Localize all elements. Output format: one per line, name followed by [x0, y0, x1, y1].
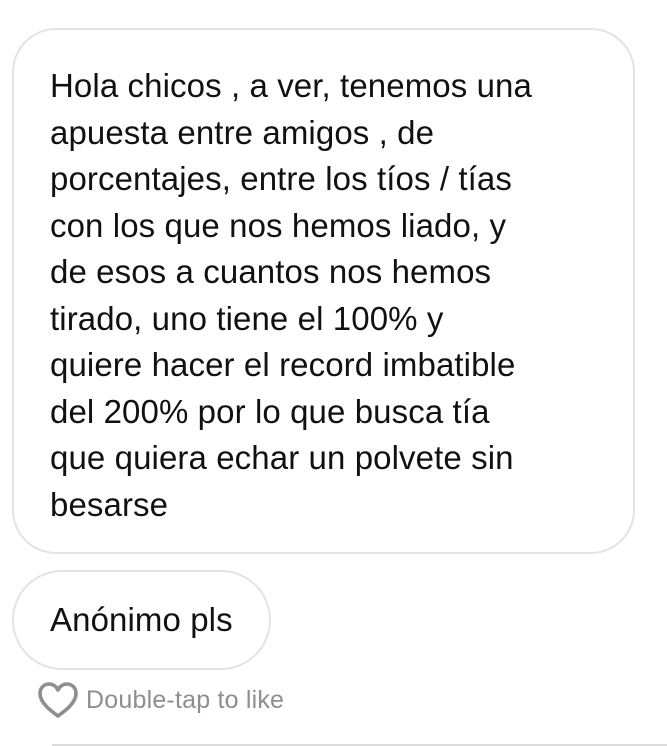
heart-outline-icon[interactable] — [36, 680, 80, 720]
double-tap-to-like-label: Double-tap to like — [86, 685, 285, 714]
message-text: Hola chicos , a ver, tenemos una apuesta… — [50, 67, 532, 523]
message-bubble[interactable]: Hola chicos , a ver, tenemos una apuesta… — [12, 28, 635, 554]
double-tap-like-hint[interactable]: Double-tap to like — [36, 680, 284, 720]
message-text: Anónimo pls — [50, 600, 233, 638]
message-bubble[interactable]: Anónimo pls — [12, 570, 271, 670]
